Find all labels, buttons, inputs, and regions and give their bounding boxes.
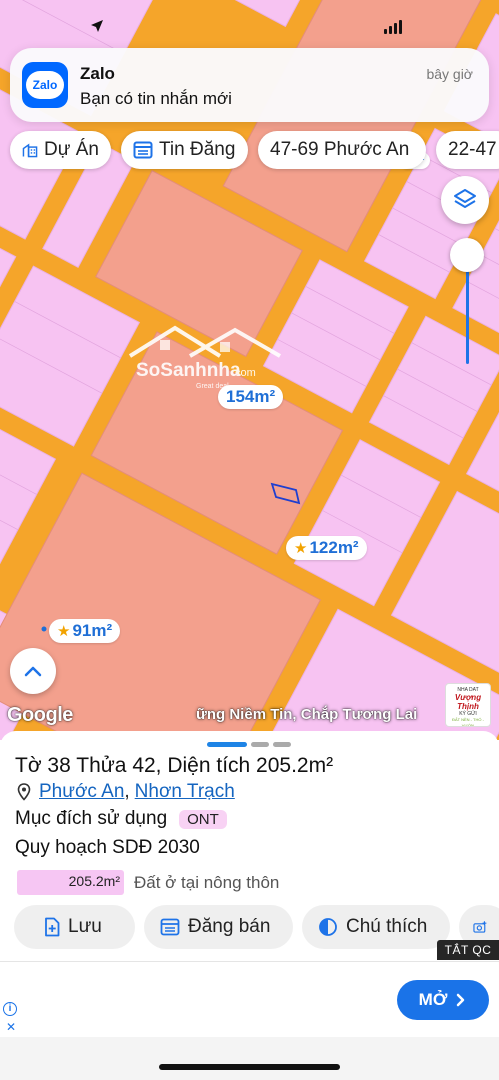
star-icon: ★ bbox=[294, 540, 308, 557]
post-for-sale-button[interactable]: Đăng bán bbox=[144, 905, 293, 949]
parcel-title: Tờ 38 Thửa 42, Diện tích 205.2m² bbox=[15, 754, 334, 777]
parcel-location: Phước An , Nhơn Trạch bbox=[17, 781, 235, 803]
notification-message: Bạn có tin nhắn mới bbox=[80, 89, 232, 108]
save-button[interactable]: Lưu bbox=[14, 905, 135, 949]
zalo-app-icon: Zalo bbox=[22, 62, 68, 108]
signal-strength-icon bbox=[384, 20, 402, 34]
push-notification[interactable]: Zalo Zalo Bạn có tin nhắn mới bây giờ bbox=[10, 48, 489, 122]
pager-dot-active bbox=[207, 742, 247, 747]
add-file-icon bbox=[45, 917, 60, 937]
layers-button[interactable] bbox=[441, 176, 489, 224]
chip-location-47-69[interactable]: 47-69 Phước An bbox=[258, 131, 426, 169]
zoning-plan-label: Quy hoạch SDĐ 2030 bbox=[15, 837, 200, 858]
listing-icon bbox=[133, 141, 153, 159]
star-icon: ★ bbox=[57, 623, 71, 640]
area-label[interactable]: ★ 122m² bbox=[286, 536, 367, 560]
svg-text:.com: .com bbox=[232, 367, 256, 379]
advertiser-logo[interactable]: NHA DAT Vượng Thịnh KÝ GỬI ĐẤT NỀN - THỔ… bbox=[445, 683, 491, 727]
status-bar bbox=[0, 0, 499, 44]
ward-link[interactable]: Phước An bbox=[39, 781, 124, 803]
google-logo: Google bbox=[7, 704, 73, 726]
zoning-legend: 205.2m² Đất ở tại nông thôn bbox=[17, 870, 279, 895]
land-use-code-badge: ONT bbox=[179, 809, 227, 829]
hide-ads-button[interactable]: TẮT QC bbox=[437, 940, 499, 960]
listing-icon bbox=[160, 918, 180, 936]
location-pin-icon bbox=[17, 783, 31, 801]
building-icon bbox=[22, 143, 38, 158]
chip-location-22-47[interactable]: 22-47 bbox=[436, 131, 499, 169]
ad-info-icon[interactable]: i bbox=[3, 1002, 17, 1016]
notification-app-name: Zalo bbox=[80, 64, 115, 83]
parcel-info-sheet[interactable]: Tờ 38 Thửa 42, Diện tích 205.2m² Phước A… bbox=[0, 731, 499, 963]
ad-banner[interactable]: i ✕ MỞ bbox=[0, 961, 499, 1037]
chevron-up-icon bbox=[24, 666, 42, 677]
filter-chips: Dự Án Tin Đăng 47-69 Phước An 22-47 bbox=[10, 131, 499, 169]
pager-dot bbox=[251, 742, 269, 747]
land-use-purpose: Mục đích sử dụng ONT bbox=[15, 808, 227, 830]
area-label[interactable]: ★ 91m² bbox=[49, 619, 121, 643]
district-link[interactable]: Nhơn Trạch bbox=[135, 781, 235, 803]
sheet-pager bbox=[207, 742, 291, 747]
slider-track bbox=[466, 256, 469, 364]
home-indicator[interactable] bbox=[159, 1064, 340, 1070]
contrast-icon bbox=[319, 918, 337, 936]
marquee-banner-text: ững Niềm Tin, Chắp Tương Lai bbox=[196, 706, 418, 723]
pager-dot bbox=[273, 742, 291, 747]
opacity-slider[interactable] bbox=[450, 238, 486, 368]
area-label[interactable]: 154m² bbox=[218, 385, 284, 409]
ad-close-icon[interactable]: ✕ bbox=[6, 1020, 16, 1034]
chevron-right-icon bbox=[457, 993, 465, 1007]
legend-description: Đất ở tại nông thôn bbox=[134, 872, 280, 892]
chip-tin-dang[interactable]: Tin Đăng bbox=[121, 131, 248, 169]
legend-swatch: 205.2m² bbox=[17, 870, 124, 895]
legend-notes-button[interactable]: Chú thích bbox=[302, 905, 450, 949]
notification-time: bây giờ bbox=[426, 66, 473, 82]
svg-text:SoSanhnha: SoSanhnha bbox=[136, 360, 241, 381]
home-indicator-area bbox=[0, 1037, 499, 1080]
layers-icon bbox=[454, 189, 476, 208]
add-photo-icon bbox=[473, 921, 487, 933]
slider-knob[interactable] bbox=[450, 238, 484, 272]
location-arrow-icon bbox=[91, 20, 103, 32]
action-buttons: Lưu Đăng bán Chú thích bbox=[14, 905, 499, 949]
expand-up-button[interactable] bbox=[10, 648, 56, 694]
ad-open-button[interactable]: MỞ bbox=[397, 980, 489, 1020]
chip-du-an[interactable]: Dự Án bbox=[10, 131, 111, 169]
